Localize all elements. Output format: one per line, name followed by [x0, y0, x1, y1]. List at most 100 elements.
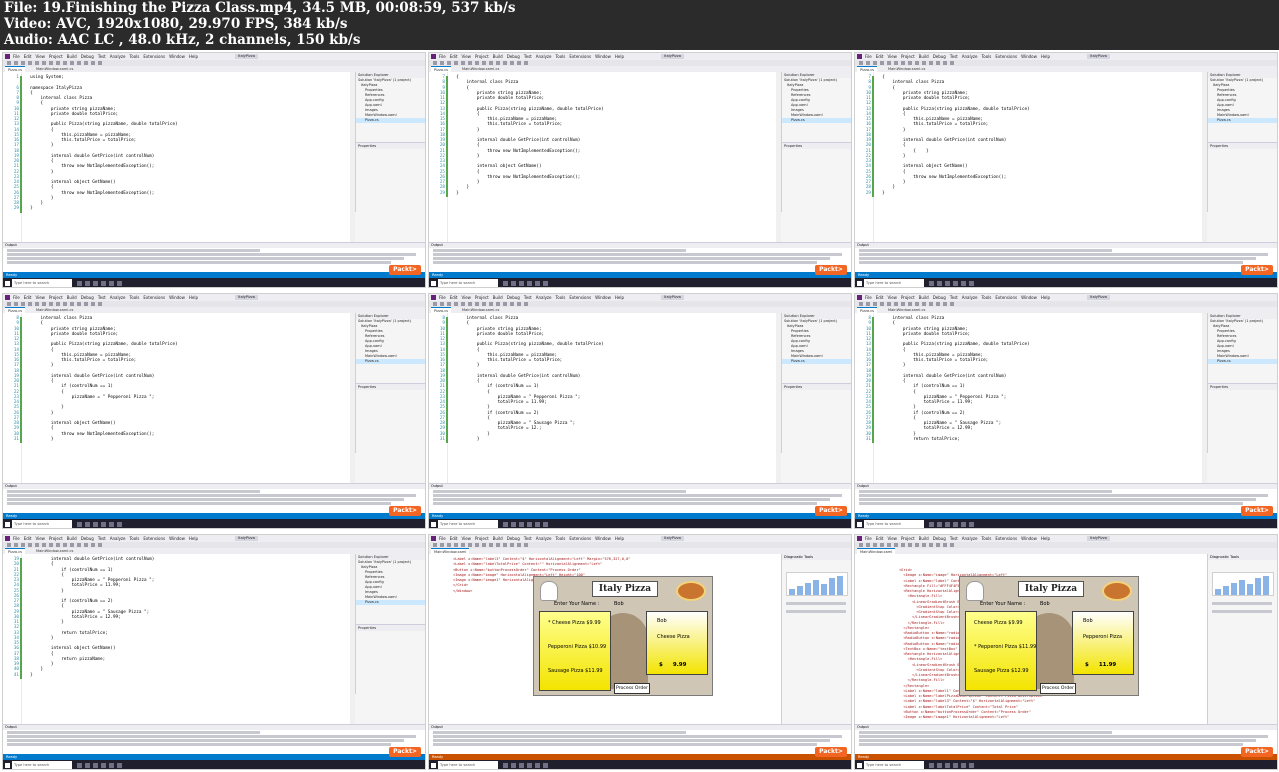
menu-item[interactable]: Test [98, 54, 106, 59]
toolbar-button-icon[interactable] [35, 302, 39, 306]
toolbar-button-icon[interactable] [915, 61, 919, 65]
taskbar-app-icon[interactable] [527, 763, 532, 768]
toolbar-button-icon[interactable] [461, 543, 465, 547]
menu-item[interactable]: Tools [130, 54, 140, 59]
toolbar-button-icon[interactable] [475, 61, 479, 65]
taskbar-app-icon[interactable] [953, 281, 958, 286]
toolbar-button-icon[interactable] [56, 61, 60, 65]
menu-item[interactable]: View [35, 536, 45, 541]
taskbar-app-icon[interactable] [535, 281, 540, 286]
taskbar-app-icon[interactable] [77, 522, 82, 527]
windows-start-icon[interactable] [857, 281, 862, 286]
menu-item[interactable]: Window [169, 295, 185, 300]
taskbar-app-icon[interactable] [519, 763, 524, 768]
menu-item[interactable]: Debug [507, 536, 520, 541]
toolbar-button-icon[interactable] [894, 302, 898, 306]
toolbar-button-icon[interactable] [454, 543, 458, 547]
toolbar-button-icon[interactable] [866, 302, 870, 306]
code-editor[interactable]: 19 internal double GetPrice(int controlN… [3, 554, 355, 724]
pizza-radio-option[interactable]: * Pepperoni Pizza $11.99 [974, 644, 1036, 650]
menu-item[interactable]: File [13, 536, 20, 541]
toolbar-button-icon[interactable] [929, 543, 933, 547]
taskbar-app-icon[interactable] [937, 763, 942, 768]
taskbar-app-icon[interactable] [503, 763, 508, 768]
toolbar-button-icon[interactable] [91, 302, 95, 306]
menu-item[interactable]: Test [950, 54, 958, 59]
menu-item[interactable]: Build [493, 295, 503, 300]
menu-item[interactable]: File [439, 536, 446, 541]
toolbar-button-icon[interactable] [859, 302, 863, 306]
toolbar-button-icon[interactable] [447, 61, 451, 65]
taskbar-app-icon[interactable] [945, 763, 950, 768]
pizza-radio-option[interactable]: * Cheese Pizza $9.99 [548, 620, 601, 626]
menu-item[interactable]: Analyze [110, 54, 126, 59]
toolbar-button-icon[interactable] [77, 61, 81, 65]
toolbar-button-icon[interactable] [98, 61, 102, 65]
toolbar-button-icon[interactable] [880, 543, 884, 547]
menu-item[interactable]: Extensions [569, 54, 591, 59]
windows-start-icon[interactable] [857, 522, 862, 527]
process-order-button[interactable]: Process Order [614, 683, 650, 694]
taskbar-app-icon[interactable] [85, 763, 90, 768]
taskbar-app-icon[interactable] [519, 522, 524, 527]
menu-item[interactable]: Analyze [110, 536, 126, 541]
toolbar-button-icon[interactable] [49, 302, 53, 306]
taskbar-app-icon[interactable] [535, 522, 540, 527]
toolbar-button-icon[interactable] [489, 61, 493, 65]
taskbar-search[interactable]: Type here to search [438, 279, 498, 287]
taskbar-app-icon[interactable] [85, 522, 90, 527]
toolbar-button-icon[interactable] [496, 61, 500, 65]
menu-item[interactable]: Debug [933, 54, 946, 59]
menu-item[interactable]: View [461, 295, 471, 300]
toolbar-button-icon[interactable] [510, 61, 514, 65]
toolbar-button-icon[interactable] [503, 302, 507, 306]
toolbar-button-icon[interactable] [901, 61, 905, 65]
menu-item[interactable]: Window [595, 536, 611, 541]
menu-item[interactable]: Build [67, 54, 77, 59]
taskbar-app-icon[interactable] [953, 763, 958, 768]
toolbar-button-icon[interactable] [482, 61, 486, 65]
taskbar-app-icon[interactable] [519, 281, 524, 286]
menu-item[interactable]: Help [1041, 54, 1050, 59]
taskbar-search[interactable]: Type here to search [12, 279, 72, 287]
menu-item[interactable]: Project [49, 295, 63, 300]
toolbar-button-icon[interactable] [873, 302, 877, 306]
code-editor[interactable]: 7 {8 internal class Pizza 9 {10 private s… [855, 72, 1207, 242]
taskbar-app-icon[interactable] [85, 281, 90, 286]
toolbar-button-icon[interactable] [866, 543, 870, 547]
toolbar-button-icon[interactable] [517, 543, 521, 547]
toolbar-button-icon[interactable] [84, 61, 88, 65]
taskbar-app-icon[interactable] [937, 281, 942, 286]
toolbar-button-icon[interactable] [929, 302, 933, 306]
windows-start-icon[interactable] [857, 763, 862, 768]
taskbar-app-icon[interactable] [945, 522, 950, 527]
solution-item[interactable]: Pizza.cs [782, 359, 851, 364]
toolbar-button-icon[interactable] [77, 302, 81, 306]
menu-item[interactable]: Help [615, 536, 624, 541]
pizza-radio-option[interactable]: Pepperoni Pizza $10.99 [548, 644, 606, 650]
menu-item[interactable]: Build [919, 54, 929, 59]
menu-item[interactable]: File [13, 54, 20, 59]
taskbar-app-icon[interactable] [503, 281, 508, 286]
toolbar-button-icon[interactable] [901, 302, 905, 306]
menu-item[interactable]: Edit [24, 536, 32, 541]
menu-item[interactable]: Test [524, 536, 532, 541]
menu-item[interactable]: Edit [450, 536, 458, 541]
menu-item[interactable]: File [439, 54, 446, 59]
menu-item[interactable]: Extensions [143, 536, 165, 541]
toolbar-button-icon[interactable] [894, 543, 898, 547]
toolbar-button-icon[interactable] [70, 543, 74, 547]
toolbar-button-icon[interactable] [873, 61, 877, 65]
toolbar-button-icon[interactable] [510, 543, 514, 547]
menu-item[interactable]: Tools [556, 54, 566, 59]
solution-item[interactable]: Pizza.cs [782, 118, 851, 123]
name-input[interactable]: Bob [1040, 601, 1050, 607]
toolbar-button-icon[interactable] [91, 61, 95, 65]
toolbar-button-icon[interactable] [524, 61, 528, 65]
toolbar-button-icon[interactable] [28, 543, 32, 547]
toolbar-button-icon[interactable] [517, 302, 521, 306]
toolbar-button-icon[interactable] [63, 543, 67, 547]
menu-item[interactable]: View [461, 54, 471, 59]
taskbar-app-icon[interactable] [101, 763, 106, 768]
toolbar-button-icon[interactable] [49, 543, 53, 547]
